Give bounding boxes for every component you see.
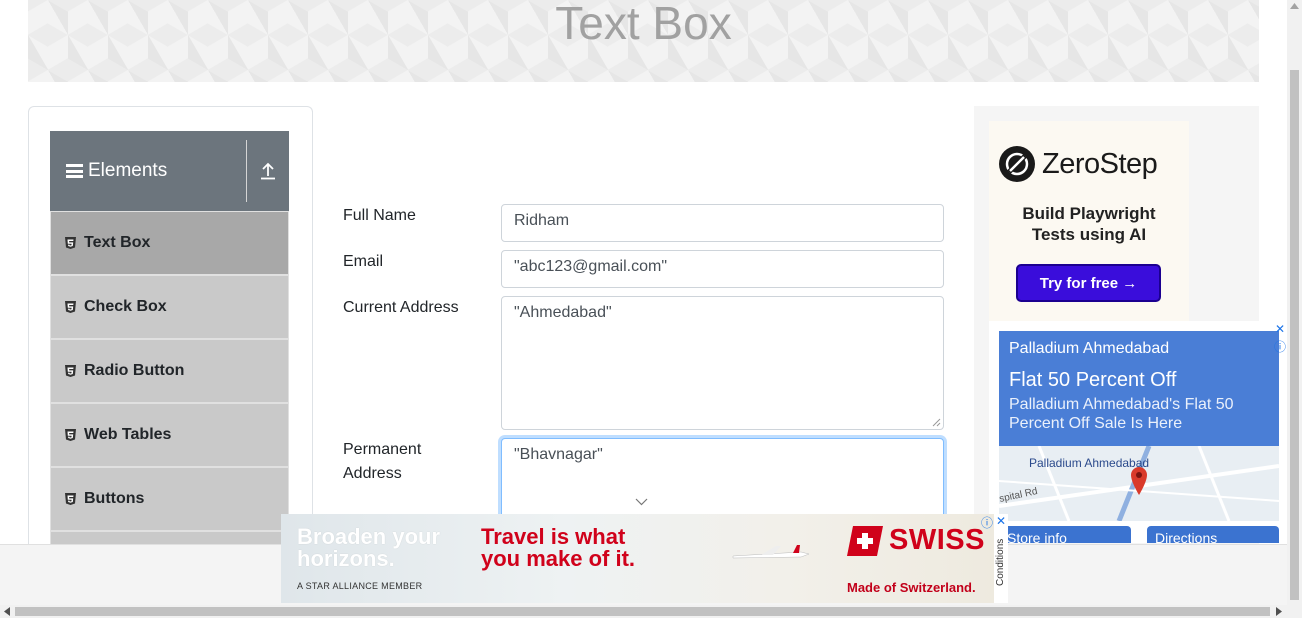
- sidebar-item-label: Check Box: [84, 298, 167, 315]
- palladium-subtext: Palladium Ahmedabad's Flat 50 Percent Of…: [1009, 396, 1234, 432]
- palladium-headline: Flat 50 Percent Off: [1009, 369, 1177, 391]
- scroll-up-icon[interactable]: [1290, 3, 1299, 9]
- swiss-logo: SWISS: [847, 524, 985, 557]
- swiss-ad[interactable]: Broaden your horizons. Travel is what yo…: [281, 514, 994, 603]
- palladium-ad[interactable]: Palladium Ahmedabad Flat 50 Percent Off …: [989, 321, 1289, 543]
- swiss-line1: Broaden your horizons.: [297, 524, 441, 571]
- sidebar-item-label: Text Box: [84, 234, 151, 251]
- permanent-address-textarea[interactable]: "Bhavnagar": [501, 438, 944, 518]
- permanent-address-label: Permanent Address: [343, 441, 422, 482]
- html5-icon: [65, 237, 76, 249]
- swiss-line2: Travel is what you make of it.: [481, 524, 636, 571]
- resize-handle-icon[interactable]: [932, 418, 941, 427]
- palladium-brand: Palladium Ahmedabad: [1009, 340, 1170, 357]
- page-banner: Text Box: [28, 0, 1259, 82]
- horizontal-scrollbar[interactable]: [0, 605, 1302, 618]
- collapse-arrow-icon[interactable]: [247, 162, 289, 180]
- sidebar-menu: Text Box Check Box Radio Button Web Tabl…: [50, 211, 289, 551]
- sidebar-item-check-box[interactable]: Check Box: [50, 275, 289, 339]
- group-title: Elements: [88, 160, 168, 181]
- elements-group-header[interactable]: Elements: [50, 131, 289, 211]
- scroll-left-icon[interactable]: [4, 607, 10, 616]
- scroll-right-icon[interactable]: [1276, 607, 1282, 616]
- ad-side-strip: ⓘ ✕ Conditions: [981, 514, 1008, 603]
- full-name-input[interactable]: Ridham: [501, 204, 944, 242]
- ad-conditions-label[interactable]: Conditions: [995, 539, 1006, 586]
- ad-info-icon[interactable]: ⓘ: [1274, 338, 1286, 355]
- zerostep-tagline: Build Playwright Tests using AI: [1022, 204, 1156, 244]
- html5-icon: [65, 365, 76, 377]
- horizontal-scrollbar-thumb[interactable]: [15, 607, 1270, 616]
- html5-icon: [65, 429, 76, 441]
- airplane-icon: [732, 545, 810, 559]
- store-info-label: Store info: [1007, 530, 1067, 543]
- sidebar-item-web-tables[interactable]: Web Tables: [50, 403, 289, 467]
- sidebar-item-label: Buttons: [84, 490, 145, 507]
- page-title: Text Box: [555, 0, 732, 49]
- chevron-down-icon: [635, 498, 648, 506]
- swiss-flag-icon: [847, 525, 883, 556]
- ad-close-icon[interactable]: ✕: [1275, 322, 1285, 336]
- map-pin-icon: [1131, 467, 1147, 495]
- zerostep-logo: ZeroStep: [999, 146, 1158, 182]
- directions-label: Directions: [1155, 530, 1218, 543]
- ad-close-icon[interactable]: ✕: [996, 514, 1006, 528]
- swiss-wordmark: SWISS: [889, 524, 985, 556]
- email-label: Email: [343, 253, 384, 270]
- sidebar-item-label: Radio Button: [84, 362, 185, 379]
- directions-button[interactable]: Directions: [1147, 526, 1279, 543]
- star-alliance-label: A STAR ALLIANCE MEMBER: [297, 581, 423, 591]
- sidebar-item-text-box[interactable]: Text Box: [50, 211, 289, 275]
- palladium-ad-banner: Palladium Ahmedabad Flat 50 Percent Off …: [999, 331, 1279, 446]
- current-address-textarea[interactable]: "Ahmedabad": [501, 296, 944, 430]
- email-input[interactable]: "abc123@gmail.com": [501, 250, 944, 288]
- current-address-label: Current Address: [343, 299, 459, 316]
- palladium-map[interactable]: Palladium Ahmedabad spital Rd: [999, 446, 1279, 521]
- zerostep-logo-icon: [999, 146, 1035, 182]
- store-info-button[interactable]: Store info: [999, 526, 1131, 543]
- html5-icon: [65, 493, 76, 505]
- full-name-label: Full Name: [343, 207, 416, 224]
- vertical-scrollbar[interactable]: [1287, 0, 1302, 605]
- html5-icon: [65, 301, 76, 313]
- sidebar-item-radio-button[interactable]: Radio Button: [50, 339, 289, 403]
- zerostep-brand: ZeroStep: [1042, 147, 1158, 180]
- sidebar-item-label: Web Tables: [84, 426, 172, 443]
- hamburger-icon: [66, 164, 83, 178]
- swiss-slogan: Made of Switzerland.: [847, 580, 976, 595]
- ad-info-icon[interactable]: ⓘ: [981, 514, 993, 531]
- try-for-free-button[interactable]: Try for free →: [1016, 264, 1161, 302]
- sidebar-item-buttons[interactable]: Buttons: [50, 467, 289, 531]
- vertical-scrollbar-thumb[interactable]: [1290, 70, 1299, 600]
